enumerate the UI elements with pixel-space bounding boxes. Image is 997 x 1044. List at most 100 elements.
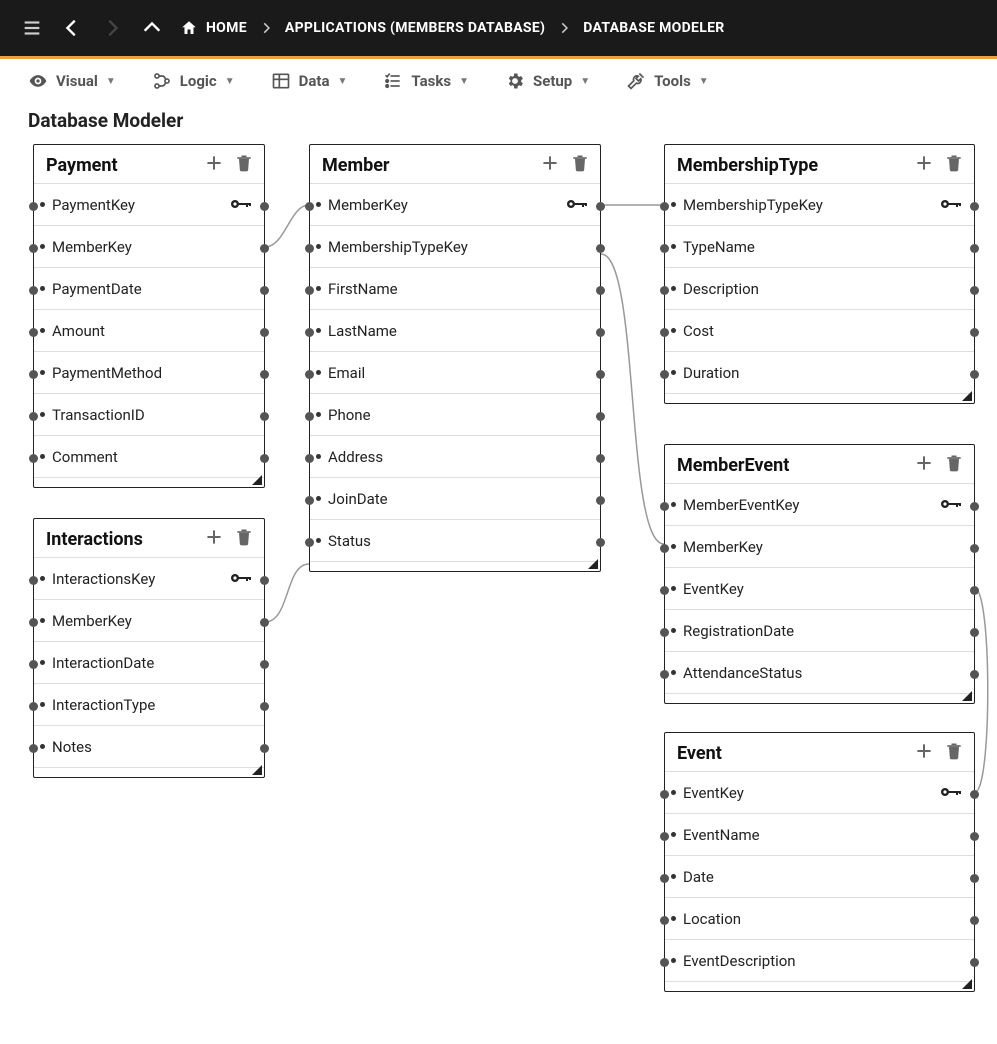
menu-setup[interactable]: Setup ▼ (505, 71, 590, 91)
add-field-icon[interactable] (914, 741, 934, 765)
delete-table-icon[interactable] (234, 527, 254, 551)
field-row[interactable]: EventKey (665, 567, 974, 609)
breadcrumb-applications[interactable]: APPLICATIONS (MEMBERS DATABASE) (277, 20, 553, 36)
menu-icon[interactable] (12, 8, 52, 48)
table-header[interactable]: Event (665, 733, 974, 771)
delete-table-icon[interactable] (944, 741, 964, 765)
field-row[interactable]: Status (310, 519, 600, 561)
modeler-canvas[interactable]: PaymentPaymentKeyMemberKeyPaymentDateAmo… (0, 144, 997, 1044)
resize-handle[interactable] (250, 763, 264, 777)
resize-handle[interactable] (250, 473, 264, 487)
bullet-icon (40, 744, 45, 749)
field-row[interactable]: Date (665, 855, 974, 897)
forward-icon (92, 8, 132, 48)
field-row[interactable]: EventKey (665, 771, 974, 813)
table-header[interactable]: MembershipType (665, 145, 974, 183)
field-row[interactable]: Address (310, 435, 600, 477)
resize-handle[interactable] (960, 689, 974, 703)
field-row[interactable]: EventName (665, 813, 974, 855)
field-row[interactable]: FirstName (310, 267, 600, 309)
table-member[interactable]: Member MemberKey MembershipTypeKeyFirstNam… (309, 144, 601, 572)
add-field-icon[interactable] (914, 453, 934, 477)
bullet-icon (40, 412, 45, 417)
field-row[interactable]: LastName (310, 309, 600, 351)
field-row[interactable]: MemberKey (34, 225, 264, 267)
field-row[interactable]: MembershipTypeKey (310, 225, 600, 267)
back-icon[interactable] (52, 8, 92, 48)
menu-data[interactable]: Data ▼ (271, 71, 348, 91)
field-name: Duration (683, 364, 739, 382)
field-row[interactable]: AttendanceStatus (665, 651, 974, 693)
table-header[interactable]: Member (310, 145, 600, 183)
field-row[interactable]: Cost (665, 309, 974, 351)
bullet-icon (316, 454, 321, 459)
breadcrumb-home[interactable]: HOME (172, 19, 255, 37)
table-interactions[interactable]: InteractionsInteractionsKeyMemberKeyInte… (33, 518, 265, 778)
field-row[interactable]: Notes (34, 725, 264, 767)
table-title: Payment (46, 155, 118, 176)
table-header[interactable]: MemberEvent (665, 445, 974, 483)
table-header[interactable]: Interactions (34, 519, 264, 557)
bullet-icon (40, 702, 45, 707)
table-payment[interactable]: Payment PaymentKeyMemberKeyPaymentDateAmo… (33, 144, 265, 488)
field-row[interactable]: PaymentMethod (34, 351, 264, 393)
field-row[interactable]: InteractionType (34, 683, 264, 725)
field-row[interactable]: TypeName (665, 225, 974, 267)
field-name: EventDescription (683, 952, 796, 970)
bullet-icon (40, 618, 45, 623)
field-row[interactable]: MemberKey (310, 183, 600, 225)
field-row[interactable]: RegistrationDate (665, 609, 974, 651)
resize-handle[interactable] (960, 389, 974, 403)
table-memberevent[interactable]: MemberEventMemberEventKeyMemberKeyEventK… (664, 444, 975, 704)
field-name: Email (328, 364, 365, 382)
field-row[interactable]: Duration (665, 351, 974, 393)
field-row[interactable]: PaymentDate (34, 267, 264, 309)
table-membershiptype[interactable]: MembershipTypeMembershipTypeKeyTypeName D… (664, 144, 975, 404)
delete-table-icon[interactable] (944, 153, 964, 177)
field-row[interactable]: PaymentKey (34, 183, 264, 225)
primary-key-icon (940, 196, 964, 214)
field-row[interactable]: Location (665, 897, 974, 939)
field-row[interactable]: InteractionDate (34, 641, 264, 683)
up-icon[interactable] (132, 8, 172, 48)
field-row[interactable]: MembershipTypeKey (665, 183, 974, 225)
menu-tools[interactable]: Tools ▼ (626, 71, 709, 91)
field-row[interactable]: Amount (34, 309, 264, 351)
field-row[interactable]: MemberKey (34, 599, 264, 641)
menu-data-label: Data (299, 72, 330, 90)
field-row[interactable]: Description (665, 267, 974, 309)
resize-handle[interactable] (960, 977, 974, 991)
menu-logic[interactable]: Logic ▼ (152, 71, 235, 91)
resize-handle[interactable] (586, 557, 600, 571)
field-name: Status (328, 532, 371, 550)
add-field-icon[interactable] (204, 527, 224, 551)
field-name: Address (328, 448, 383, 466)
field-row[interactable]: InteractionsKey (34, 557, 264, 599)
delete-table-icon[interactable] (944, 453, 964, 477)
bullet-icon (316, 286, 321, 291)
menu-visual[interactable]: Visual ▼ (28, 71, 116, 91)
field-row[interactable]: EventDescription (665, 939, 974, 981)
add-field-icon[interactable] (204, 153, 224, 177)
bullet-icon (316, 370, 321, 375)
table-header[interactable]: Payment (34, 145, 264, 183)
field-name: MemberKey (328, 196, 408, 214)
bullet-icon (40, 454, 45, 459)
field-name: Description (683, 280, 759, 298)
bullet-icon (671, 544, 676, 549)
bullet-icon (671, 202, 676, 207)
primary-key-icon (940, 784, 964, 802)
delete-table-icon[interactable] (234, 153, 254, 177)
field-row[interactable]: TransactionID (34, 393, 264, 435)
field-row[interactable]: Comment (34, 435, 264, 477)
field-row[interactable]: Phone (310, 393, 600, 435)
field-row[interactable]: MemberEventKey (665, 483, 974, 525)
field-row[interactable]: JoinDate (310, 477, 600, 519)
field-row[interactable]: Email (310, 351, 600, 393)
add-field-icon[interactable] (914, 153, 934, 177)
delete-table-icon[interactable] (570, 153, 590, 177)
field-row[interactable]: MemberKey (665, 525, 974, 567)
add-field-icon[interactable] (540, 153, 560, 177)
table-event[interactable]: EventEventKeyEventNameDateLocation EventD… (664, 732, 975, 992)
menu-tasks[interactable]: Tasks ▼ (383, 71, 469, 91)
